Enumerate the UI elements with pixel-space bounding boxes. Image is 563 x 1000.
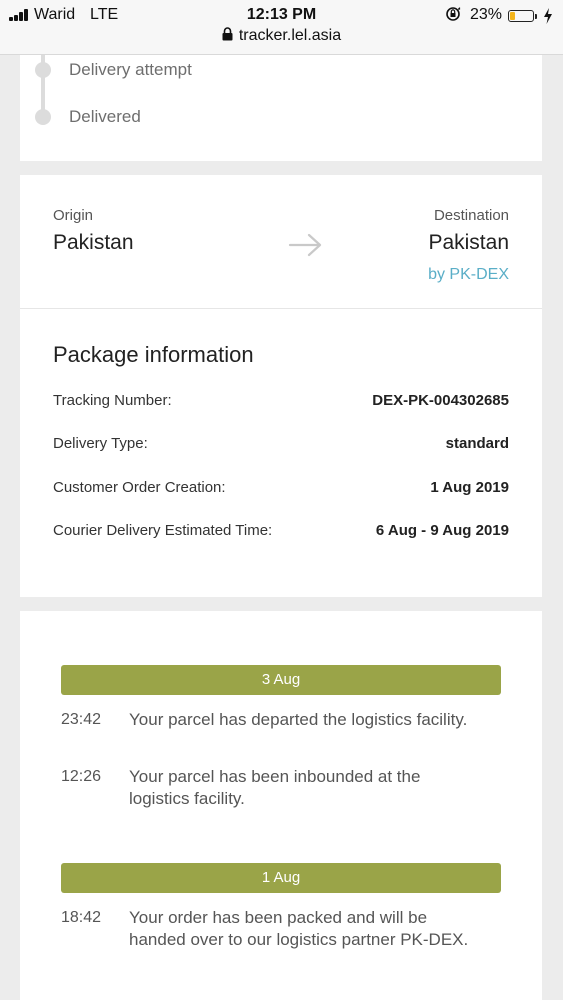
tracking-number-label: Tracking Number:	[53, 392, 172, 409]
date-header-3-aug: 3 Aug	[61, 665, 501, 695]
bolt-icon	[544, 8, 552, 24]
step-label-delivered: Delivered	[69, 107, 141, 126]
step-dot-delivery-attempt	[35, 62, 51, 78]
event-time: 18:42	[61, 909, 102, 926]
package-info-title: Package information	[53, 342, 254, 367]
carrier-link[interactable]: by PK-DEX	[428, 266, 509, 284]
estimated-time-value: 6 Aug - 9 Aug 2019	[375, 522, 509, 539]
estimated-time-label: Courier Delivery Estimated Time:	[53, 522, 273, 539]
tracking-timeline-card: 3 Aug 23:42 Your parcel has departed the…	[20, 611, 542, 1000]
battery-percentage: 23%	[470, 6, 503, 23]
event-description: Your parcel has been inbounded at the lo…	[129, 767, 421, 808]
battery-icon	[508, 10, 534, 22]
event-time: 23:42	[61, 711, 102, 728]
step-label-delivery-attempt: Delivery attempt	[69, 60, 192, 79]
lock-icon	[222, 27, 233, 41]
event-description: Your parcel has departed the logistics f…	[129, 710, 468, 729]
date-header-1-aug: 1 Aug	[61, 863, 501, 893]
orientation-lock-icon	[446, 7, 461, 21]
browser-top-bar: Warid LTE 12:13 PM 23% tracker.lel.asia	[0, 0, 563, 55]
event-description: Your order has been packed and will be h…	[129, 908, 469, 949]
arrow-right-icon	[288, 233, 322, 257]
step-dot-delivered	[35, 109, 51, 125]
tracking-number-value: DEX-PK-004302685	[372, 392, 509, 409]
event-time: 12:26	[61, 768, 102, 785]
destination-label: Destination	[433, 207, 509, 224]
order-creation-value: 1 Aug 2019	[430, 479, 509, 496]
destination-country: Pakistan	[428, 231, 509, 254]
section-divider	[20, 308, 542, 309]
shipment-info-card: Origin Pakistan Destination Pakistan by …	[20, 175, 542, 597]
origin-label: Origin	[53, 207, 94, 224]
progress-steps-card: Delivery attempt Delivered	[20, 55, 542, 161]
origin-country: Pakistan	[53, 231, 134, 254]
order-creation-label: Customer Order Creation:	[53, 479, 226, 496]
delivery-type-label: Delivery Type:	[53, 435, 148, 452]
battery-level	[510, 12, 515, 20]
address-bar[interactable]: tracker.lel.asia	[0, 27, 563, 45]
battery-cap	[535, 14, 537, 19]
delivery-type-value: standard	[445, 435, 509, 452]
status-bar: Warid LTE 12:13 PM 23%	[0, 5, 563, 25]
url-text: tracker.lel.asia	[238, 27, 342, 44]
